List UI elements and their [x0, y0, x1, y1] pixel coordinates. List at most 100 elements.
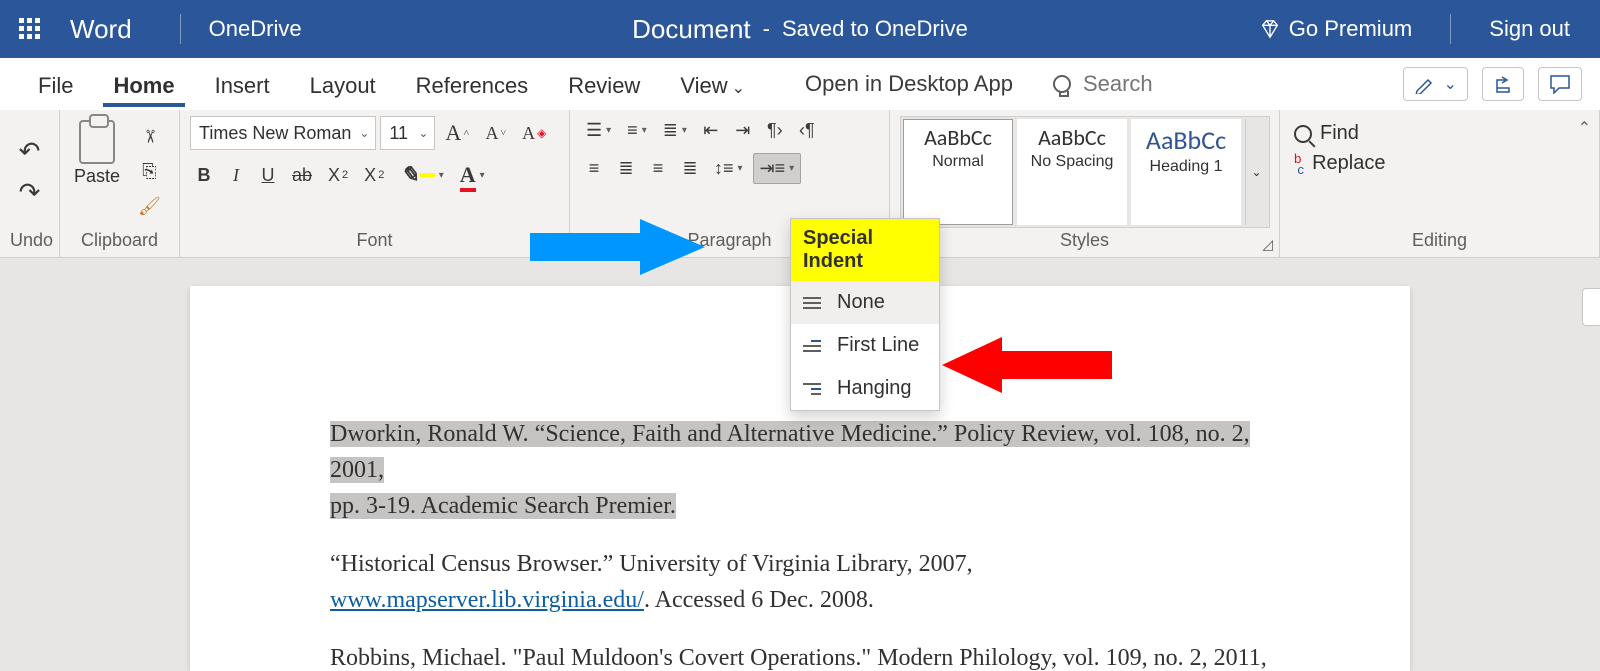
- style-nospacing[interactable]: AaBbCc No Spacing: [1017, 119, 1127, 225]
- paste-button[interactable]: Paste: [70, 116, 124, 187]
- sign-out-button[interactable]: Sign out: [1489, 16, 1570, 42]
- indent-none-item[interactable]: None: [791, 281, 939, 324]
- style-sample: AaBbCc: [916, 124, 1000, 151]
- special-indent-menu: Special Indent None First Line Hanging: [790, 218, 940, 411]
- subscript-button[interactable]: X2: [322, 161, 354, 190]
- italic-button[interactable]: I: [222, 161, 250, 190]
- tab-view[interactable]: View⌄: [660, 63, 765, 105]
- special-indent-button[interactable]: ⇥≡▾: [753, 153, 802, 184]
- highlight-button[interactable]: ✎▾: [394, 158, 449, 192]
- find-label: Find: [1320, 122, 1359, 145]
- search-icon: [1294, 125, 1312, 143]
- underline-button[interactable]: U: [254, 161, 282, 190]
- tab-home[interactable]: Home: [93, 63, 194, 105]
- styles-gallery[interactable]: AaBbCc Normal AaBbCc No Spacing AaBbCc H…: [900, 116, 1270, 228]
- search-input[interactable]: [1081, 70, 1191, 98]
- tab-insert[interactable]: Insert: [195, 63, 290, 105]
- citation-text: “Historical Census Browser.” University …: [330, 551, 973, 577]
- location-label[interactable]: OneDrive: [199, 16, 312, 42]
- copy-button[interactable]: ⎘: [132, 157, 167, 186]
- style-heading1[interactable]: AaBbCc Heading 1: [1131, 119, 1241, 225]
- group-label-clipboard: Clipboard: [70, 228, 169, 255]
- chevron-down-icon: ▾: [789, 163, 794, 174]
- chevron-down-icon: ⌄: [1444, 74, 1457, 94]
- separator: [180, 14, 181, 44]
- font-name-value: Times New Roman: [199, 123, 351, 144]
- chevron-down-icon: ▾: [642, 125, 647, 136]
- open-in-desktop-button[interactable]: Open in Desktop App: [805, 71, 1013, 97]
- multilevel-button[interactable]: ≣▾: [657, 116, 693, 145]
- citation-paragraph-2[interactable]: “Historical Census Browser.” University …: [330, 546, 1270, 618]
- font-size-value: 11: [389, 123, 408, 144]
- align-right-button[interactable]: ≡: [644, 154, 672, 183]
- chevron-down-icon: ⌄: [732, 80, 745, 97]
- citation-link[interactable]: www.mapserver.lib.virginia.edu/: [330, 587, 644, 613]
- bold-button[interactable]: B: [190, 161, 218, 190]
- font-size-select[interactable]: 11⌄: [380, 116, 435, 150]
- rtl-button[interactable]: ‹¶: [793, 116, 821, 145]
- style-normal[interactable]: AaBbCc Normal: [903, 119, 1013, 225]
- lightbulb-icon: [1053, 75, 1071, 93]
- brush-icon: 🖌: [138, 196, 161, 217]
- diamond-icon: [1259, 18, 1281, 40]
- group-label-styles: Styles: [900, 228, 1269, 255]
- clear-format-button[interactable]: A◈: [516, 119, 552, 148]
- numbering-button[interactable]: ≡▾: [621, 116, 653, 145]
- tab-review[interactable]: Review: [548, 63, 660, 105]
- redo-button[interactable]: ↷: [13, 173, 47, 212]
- scissors-icon: ✂: [139, 129, 160, 144]
- chevron-down-icon: ⌄: [359, 126, 369, 140]
- styles-expand-button[interactable]: ⌄: [1245, 119, 1267, 225]
- tab-file[interactable]: File: [18, 63, 93, 105]
- replace-button[interactable]: bcReplace: [1294, 151, 1385, 177]
- align-left-button[interactable]: ≡: [580, 154, 608, 183]
- cut-button[interactable]: ✂: [132, 122, 167, 151]
- shrink-font-button[interactable]: A˅: [479, 119, 512, 148]
- group-label-editing: Editing: [1290, 228, 1589, 255]
- ribbon-tabs: File Home Insert Layout References Revie…: [0, 58, 1600, 110]
- save-status[interactable]: Saved to OneDrive: [782, 16, 968, 42]
- superscript-button[interactable]: X2: [358, 161, 390, 190]
- comment-icon: [1549, 74, 1571, 94]
- strike-button[interactable]: ab: [286, 161, 318, 190]
- decrease-indent-button[interactable]: ⇤: [697, 116, 725, 145]
- app-launcher-button[interactable]: [0, 18, 60, 40]
- group-label-font: Font: [190, 228, 559, 255]
- waffle-icon: [19, 18, 41, 40]
- chevron-down-icon: ▾: [738, 163, 743, 174]
- grow-font-button[interactable]: A˄: [439, 116, 475, 150]
- ltr-button[interactable]: ¶›: [761, 116, 789, 145]
- replace-icon: bc: [1294, 151, 1304, 177]
- dialog-launcher-icon[interactable]: ◿: [1262, 236, 1273, 253]
- chevron-down-icon: ▾: [606, 125, 611, 136]
- document-name[interactable]: Document: [632, 14, 751, 45]
- align-center-button[interactable]: ≣: [612, 154, 640, 183]
- font-color-button[interactable]: A▾: [454, 158, 491, 192]
- go-premium-button[interactable]: Go Premium: [1259, 16, 1412, 42]
- citation-paragraph-1[interactable]: Dworkin, Ronald W. “Science, Faith and A…: [330, 416, 1270, 524]
- format-painter-button[interactable]: 🖌: [132, 192, 167, 221]
- scroll-handle[interactable]: [1582, 288, 1600, 326]
- indent-firstline-item[interactable]: First Line: [791, 324, 939, 367]
- line-spacing-button[interactable]: ↕≡▾: [708, 154, 749, 183]
- annotation-arrow-blue: [530, 215, 710, 279]
- editing-mode-button[interactable]: ⌄: [1403, 67, 1468, 101]
- indent-hanging-item[interactable]: Hanging: [791, 367, 939, 410]
- collapse-ribbon-button[interactable]: ⌃: [1578, 118, 1591, 138]
- justify-button[interactable]: ≣: [676, 154, 704, 183]
- undo-button[interactable]: ↶: [13, 132, 47, 171]
- increase-indent-button[interactable]: ⇥: [729, 116, 757, 145]
- find-button[interactable]: Find: [1294, 122, 1385, 145]
- font-name-select[interactable]: Times New Roman ⌄: [190, 116, 376, 150]
- app-name[interactable]: Word: [60, 14, 162, 45]
- tab-references[interactable]: References: [396, 63, 549, 105]
- comments-button[interactable]: [1538, 67, 1582, 101]
- go-premium-label: Go Premium: [1289, 16, 1412, 42]
- share-button[interactable]: [1482, 67, 1524, 101]
- annotation-arrow-red: [942, 335, 1112, 395]
- tab-layout[interactable]: Layout: [290, 63, 396, 105]
- style-name: Heading 1: [1144, 158, 1228, 176]
- bullets-button[interactable]: ☰▾: [580, 116, 617, 145]
- chevron-down-icon: ▾: [480, 170, 485, 181]
- citation-paragraph-3[interactable]: Robbins, Michael. "Paul Muldoon's Covert…: [330, 640, 1270, 671]
